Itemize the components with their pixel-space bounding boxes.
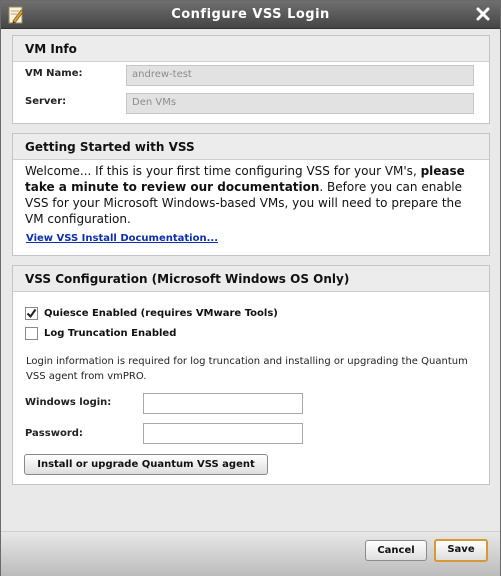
password-input[interactable]	[143, 423, 303, 444]
vm-info-panel: VM Info VM Name: andrew-test Server: Den…	[12, 35, 490, 124]
windows-login-label: Windows login:	[25, 397, 112, 408]
quiesce-label: Quiesce Enabled (requires VMware Tools)	[44, 308, 278, 319]
close-icon[interactable]	[475, 6, 491, 22]
getting-started-panel: Getting Started with VSS Welcome... If t…	[12, 133, 490, 256]
save-button[interactable]: Save	[434, 539, 488, 562]
cancel-button[interactable]: Cancel	[365, 540, 427, 561]
windows-login-input[interactable]	[143, 393, 303, 414]
dialog-footer: Cancel Save	[1, 531, 500, 576]
checkmark-icon	[26, 308, 37, 319]
getting-started-heading: Getting Started with VSS	[13, 134, 489, 160]
vm-name-label: VM Name:	[25, 68, 83, 79]
view-documentation-link[interactable]: View VSS Install Documentation...	[26, 233, 218, 244]
vss-configuration-panel: VSS Configuration (Microsoft Windows OS …	[12, 265, 490, 485]
title-bar: Configure VSS Login	[1, 1, 500, 29]
vm-name-field: andrew-test	[126, 65, 474, 86]
log-truncation-checkbox[interactable]	[25, 327, 38, 340]
server-field: Den VMs	[126, 93, 474, 114]
install-vss-agent-button[interactable]: Install or upgrade Quantum VSS agent	[24, 454, 268, 475]
welcome-text-part1: Welcome... If this is your first time co…	[25, 164, 421, 178]
server-label: Server:	[25, 96, 67, 107]
configure-vss-login-dialog: Configure VSS Login VM Info VM Name: and…	[0, 0, 501, 576]
vss-configuration-heading: VSS Configuration (Microsoft Windows OS …	[13, 266, 489, 292]
login-info-text: Login information is required for log tr…	[26, 356, 468, 382]
quiesce-checkbox[interactable]	[25, 307, 38, 320]
dialog-title: Configure VSS Login	[171, 7, 330, 22]
password-label: Password:	[25, 428, 83, 439]
log-truncation-label: Log Truncation Enabled	[44, 328, 177, 339]
welcome-text: Welcome... If this is your first time co…	[25, 163, 481, 227]
vm-info-heading: VM Info	[13, 36, 489, 62]
